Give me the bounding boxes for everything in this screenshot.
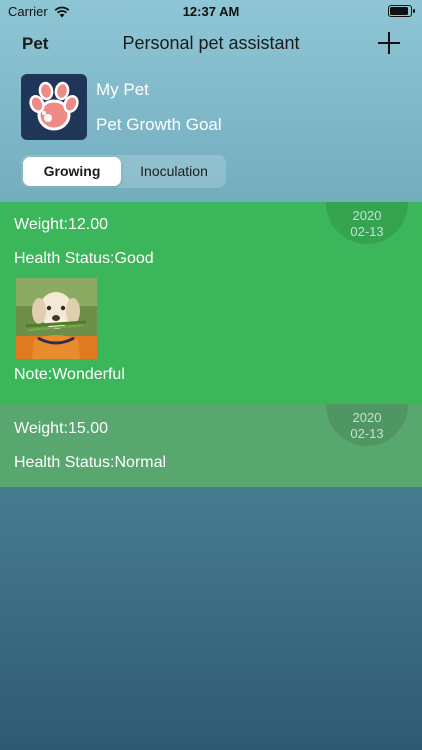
status-bar: Carrier 12:37 AM bbox=[0, 0, 422, 24]
growth-record[interactable]: 2020 02-13 Weight:12.00 Health Status:Go… bbox=[0, 202, 422, 404]
avatar[interactable] bbox=[21, 74, 87, 140]
page-title: Personal pet assistant bbox=[122, 33, 300, 53]
record-note: Note:Wonderful bbox=[14, 366, 125, 383]
segment-growing[interactable]: Growing bbox=[23, 157, 121, 186]
segment-inoculation[interactable]: Inoculation bbox=[124, 157, 224, 186]
record-month-day: 02-13 bbox=[350, 224, 384, 239]
record-year: 2020 bbox=[352, 410, 382, 425]
record-weight: Weight:15.00 bbox=[14, 420, 108, 437]
record-year: 2020 bbox=[352, 208, 382, 223]
pet-growth-goal: Pet Growth Goal bbox=[96, 115, 222, 134]
paw-icon bbox=[29, 81, 79, 131]
record-health-status: Health Status:Good bbox=[14, 250, 154, 267]
plus-icon[interactable] bbox=[376, 30, 402, 56]
growth-record[interactable]: 2020 02-13 Weight:15.00 Health Status:No… bbox=[0, 404, 422, 487]
pet-name: My Pet bbox=[96, 80, 149, 99]
record-weight: Weight:12.00 bbox=[14, 216, 108, 233]
puppy-photo-image bbox=[16, 278, 97, 359]
status-time: 12:37 AM bbox=[182, 4, 240, 19]
record-month-day: 02-13 bbox=[350, 426, 384, 441]
puppy-photo[interactable] bbox=[16, 278, 97, 359]
battery-icon bbox=[388, 5, 415, 17]
segmented-control: Growing Inoculation bbox=[21, 155, 226, 188]
nav-bar: Pet Personal pet assistant bbox=[0, 28, 422, 60]
record-health-status: Health Status:Normal bbox=[14, 454, 167, 471]
